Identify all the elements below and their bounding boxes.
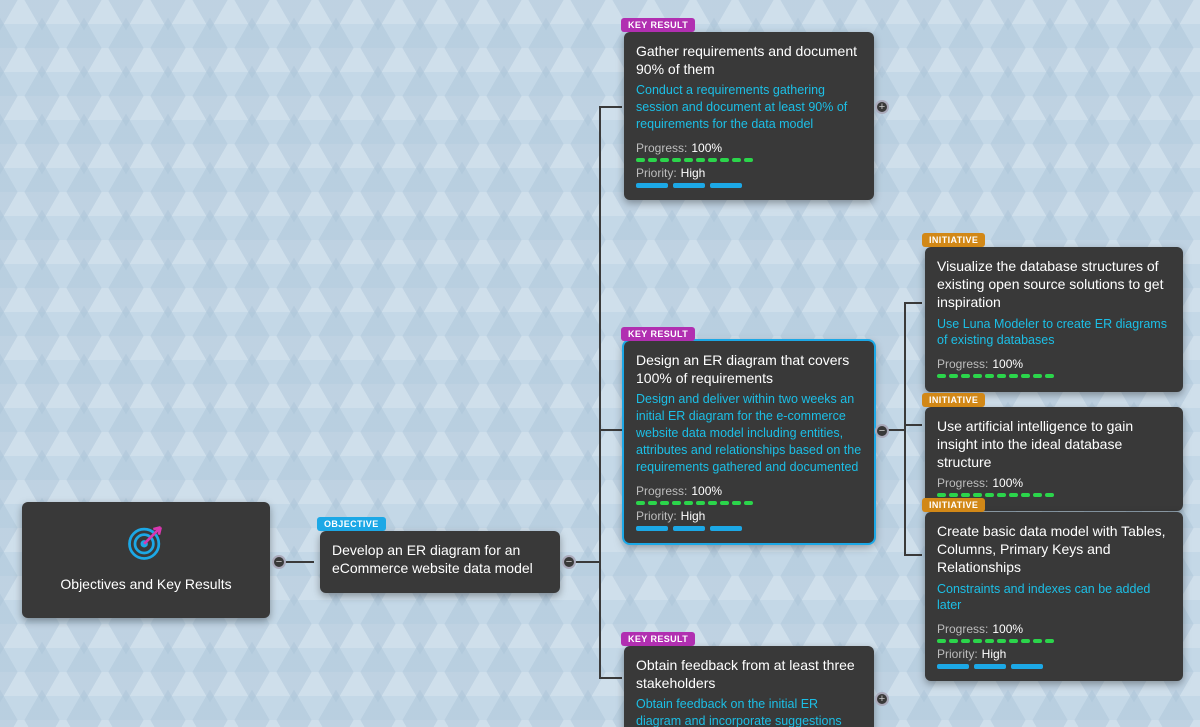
progress-bar [937, 374, 1171, 378]
key-result-node[interactable]: KEY RESULT Design an ER diagram that cov… [624, 341, 874, 543]
key-result-tag: KEY RESULT [621, 18, 695, 32]
initiative-tag: INITIATIVE [922, 233, 985, 247]
expand-port[interactable]: − [562, 555, 576, 569]
expand-port[interactable]: − [272, 555, 286, 569]
progress-row: Progress:100% [636, 141, 862, 155]
init-desc: Use Luna Modeler to create ER diagrams o… [937, 316, 1171, 350]
key-result-tag: KEY RESULT [621, 632, 695, 646]
diagram-canvas[interactable]: Objectives and Key Results − OBJECTIVE D… [0, 0, 1200, 727]
kr-title: Gather requirements and document 90% of … [636, 42, 862, 78]
progress-bar [937, 493, 1171, 497]
priority-bar [636, 526, 862, 531]
initiative-node[interactable]: INITIATIVE Create basic data model with … [925, 512, 1183, 681]
initiative-tag: INITIATIVE [922, 393, 985, 407]
objective-node[interactable]: OBJECTIVE Develop an ER diagram for an e… [320, 531, 560, 593]
kr-desc: Conduct a requirements gathering session… [636, 82, 862, 133]
init-title: Use artificial intelligence to gain insi… [937, 417, 1171, 472]
initiative-node[interactable]: INITIATIVE Visualize the database struct… [925, 247, 1183, 392]
root-title: Objectives and Key Results [60, 575, 231, 593]
init-title: Visualize the database structures of exi… [937, 257, 1171, 312]
init-desc: Constraints and indexes can be added lat… [937, 581, 1171, 615]
priority-row: Priority:High [937, 647, 1171, 661]
priority-row: Priority:High [636, 166, 862, 180]
kr-desc: Obtain feedback on the initial ER diagra… [636, 696, 862, 727]
init-title: Create basic data model with Tables, Col… [937, 522, 1171, 577]
progress-row: Progress:100% [636, 484, 862, 498]
root-node[interactable]: Objectives and Key Results [22, 502, 270, 618]
kr-title: Obtain feedback from at least three stak… [636, 656, 862, 692]
expand-port[interactable]: − [875, 424, 889, 438]
progress-bar [636, 501, 862, 505]
priority-row: Priority:High [636, 509, 862, 523]
progress-row: Progress:100% [937, 357, 1171, 371]
progress-row: Progress:100% [937, 622, 1171, 636]
kr-title: Design an ER diagram that covers 100% of… [636, 351, 862, 387]
target-icon [124, 520, 168, 567]
key-result-tag: KEY RESULT [621, 327, 695, 341]
progress-bar [636, 158, 862, 162]
kr-desc: Design and deliver within two weeks an i… [636, 391, 862, 475]
objective-title: Develop an ER diagram for an eCommerce w… [332, 541, 548, 577]
progress-bar [937, 639, 1171, 643]
initiative-tag: INITIATIVE [922, 498, 985, 512]
key-result-node[interactable]: KEY RESULT Gather requirements and docum… [624, 32, 874, 200]
priority-bar [636, 183, 862, 188]
initiative-node[interactable]: INITIATIVE Use artificial intelligence t… [925, 407, 1183, 511]
key-result-node[interactable]: KEY RESULT Obtain feedback from at least… [624, 646, 874, 727]
objective-tag: OBJECTIVE [317, 517, 386, 531]
progress-row: Progress:100% [937, 476, 1171, 490]
priority-bar [937, 664, 1171, 669]
add-port[interactable]: + [875, 100, 889, 114]
add-port[interactable]: + [875, 692, 889, 706]
